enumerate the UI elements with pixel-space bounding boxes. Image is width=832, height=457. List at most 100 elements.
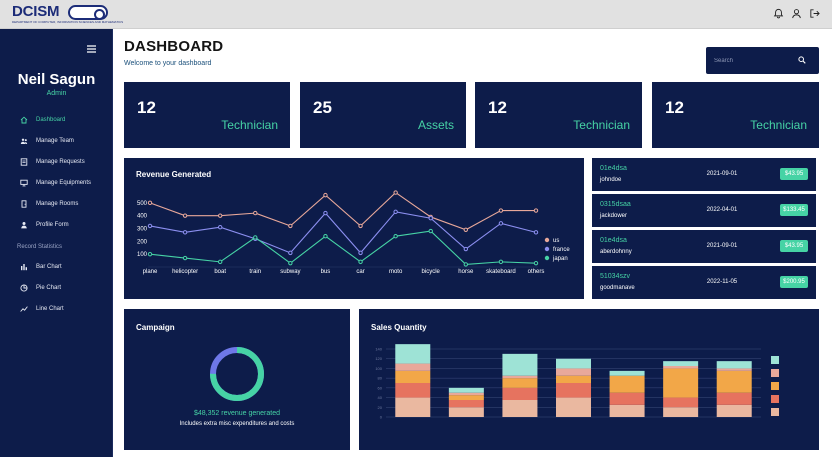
y-tick-label: 300	[137, 227, 148, 233]
transaction-date: 2022-11-05	[706, 279, 738, 285]
search-icon[interactable]	[798, 56, 806, 64]
sidebar-item-dashboard[interactable]: Dashboard	[20, 114, 65, 126]
logo-text: DCISM	[12, 3, 60, 20]
stat-value: 12	[488, 98, 507, 117]
data-point	[217, 225, 223, 230]
transaction-id: 01e4dsa	[600, 165, 627, 172]
x-tick-label: bus	[321, 269, 331, 275]
user-icon[interactable]	[791, 8, 802, 19]
data-point	[463, 227, 469, 232]
transaction-row[interactable]: 51034szv goodmanave 2022-11-05 $200.95	[592, 266, 816, 299]
stat-card: 25 Assets	[300, 82, 466, 148]
bar-segment	[448, 392, 484, 396]
transaction-user: jackdower	[600, 213, 628, 219]
sidebar-item-label: Line Chart	[36, 306, 64, 312]
data-point	[463, 262, 469, 267]
campaign-note: Includes extra misc expenditures and cos…	[179, 421, 295, 427]
person-icon	[20, 221, 28, 229]
top-icons	[773, 8, 820, 19]
legend-swatch	[771, 408, 779, 416]
bar-segment	[502, 400, 538, 417]
data-point	[498, 221, 504, 226]
bell-icon[interactable]	[773, 8, 784, 19]
x-tick-label: moto	[389, 269, 403, 275]
sidebar-item-manage-equipments[interactable]: Manage Equipments	[20, 177, 91, 189]
bar-segment	[395, 370, 431, 383]
bar-segment	[448, 395, 484, 400]
page-subtitle: Welcome to your dashboard	[124, 60, 212, 67]
transaction-cost-badge: $43.95	[780, 168, 808, 180]
sidebar: Neil Sagun Admin Dashboard Manage Team M…	[0, 29, 113, 457]
bar-segment	[716, 404, 752, 417]
bar-segment	[395, 383, 431, 398]
legend-swatch	[771, 356, 779, 364]
y-tick-label: 80	[378, 376, 383, 381]
legend-swatch	[544, 255, 550, 261]
data-point	[182, 213, 188, 218]
search-box	[706, 47, 819, 74]
data-point	[498, 259, 504, 265]
campaign-progress-ring	[210, 347, 264, 401]
sidebar-item-manage-rooms[interactable]: Manage Rooms	[20, 198, 78, 210]
pie-chart-icon	[20, 284, 28, 292]
monitor-icon	[20, 179, 28, 187]
sales-panel: Sales Quantity 0 20 40 60 80 100 120 140	[359, 309, 819, 450]
data-point	[533, 260, 539, 266]
stat-card: 12 Technician	[124, 82, 290, 148]
bar-segment	[502, 378, 538, 388]
sidebar-item-profile-form[interactable]: Profile Form	[20, 219, 69, 231]
series-line-japan	[149, 230, 537, 265]
sidebar-item-manage-requests[interactable]: Manage Requests	[20, 156, 85, 168]
transactions-list: 01e4dsa johndoe 2021-09-01 $43.95 0315ds…	[592, 158, 816, 299]
y-tick-label: 500	[137, 201, 148, 207]
bar-segment	[556, 383, 591, 398]
y-tick-label: 400	[137, 214, 148, 220]
data-point	[217, 259, 223, 265]
data-point	[217, 213, 223, 218]
legend-swatch	[771, 395, 779, 403]
stat-label: Technician	[573, 118, 630, 132]
sidebar-item-pie-chart[interactable]: Pie Chart	[20, 282, 61, 294]
stat-card: 12 Technician	[475, 82, 642, 148]
x-tick-label: train	[249, 269, 261, 275]
bar-segment	[663, 361, 699, 366]
legend-swatch	[771, 369, 779, 377]
page-title: DASHBOARD	[124, 38, 224, 55]
data-point	[288, 250, 293, 256]
data-point	[323, 210, 328, 216]
y-tick-label: 140	[375, 347, 382, 352]
search-input[interactable]	[714, 55, 794, 66]
x-tick-label: car	[356, 269, 364, 275]
bar-segment	[716, 361, 752, 369]
campaign-panel: Campaign $48,352 revenue generated Inclu…	[124, 309, 350, 450]
transaction-row[interactable]: 01e4dsa johndoe 2021-09-01 $43.95	[592, 158, 816, 191]
sidebar-item-manage-team[interactable]: Manage Team	[20, 135, 74, 147]
sidebar-item-label: Manage Requests	[36, 159, 85, 165]
bar-segment	[556, 368, 591, 376]
line-chart-icon	[20, 305, 28, 313]
stat-label: Assets	[417, 118, 454, 132]
y-tick-label: 100	[375, 366, 382, 371]
bar-segment	[716, 392, 752, 405]
transaction-cost-badge: $133.45	[780, 204, 808, 216]
x-tick-label: plane	[143, 269, 158, 275]
sidebar-item-label: Manage Equipments	[36, 180, 92, 186]
logout-icon[interactable]	[809, 8, 820, 19]
legend-label: france	[553, 247, 570, 253]
transaction-row[interactable]: 0315dsaa jackdower 2022-04-01 $133.45	[592, 194, 816, 227]
data-point	[147, 200, 153, 206]
campaign-revenue-text: $48,352 revenue generated	[193, 410, 281, 417]
top-bar: DCISM DEPARTMENT OF COMPUTER, INFORMATIO…	[0, 0, 832, 29]
transaction-row[interactable]: 01e4dsa aberdohnny 2021-09-01 $43.95	[592, 230, 816, 263]
sales-bar-chart: 0 20 40 60 80 100 120 140	[375, 344, 779, 420]
data-point	[182, 255, 188, 261]
sidebar-item-bar-chart[interactable]: Bar Chart	[20, 261, 62, 273]
legend-swatch	[544, 246, 550, 252]
sidebar-item-line-chart[interactable]: Line Chart	[20, 303, 64, 315]
hamburger-menu-icon[interactable]	[87, 45, 96, 53]
data-point	[428, 216, 433, 221]
transaction-date: 2021-09-01	[706, 243, 738, 249]
sidebar-item-label: Manage Team	[36, 138, 74, 144]
data-point	[288, 260, 293, 266]
bar-segment	[448, 400, 484, 408]
